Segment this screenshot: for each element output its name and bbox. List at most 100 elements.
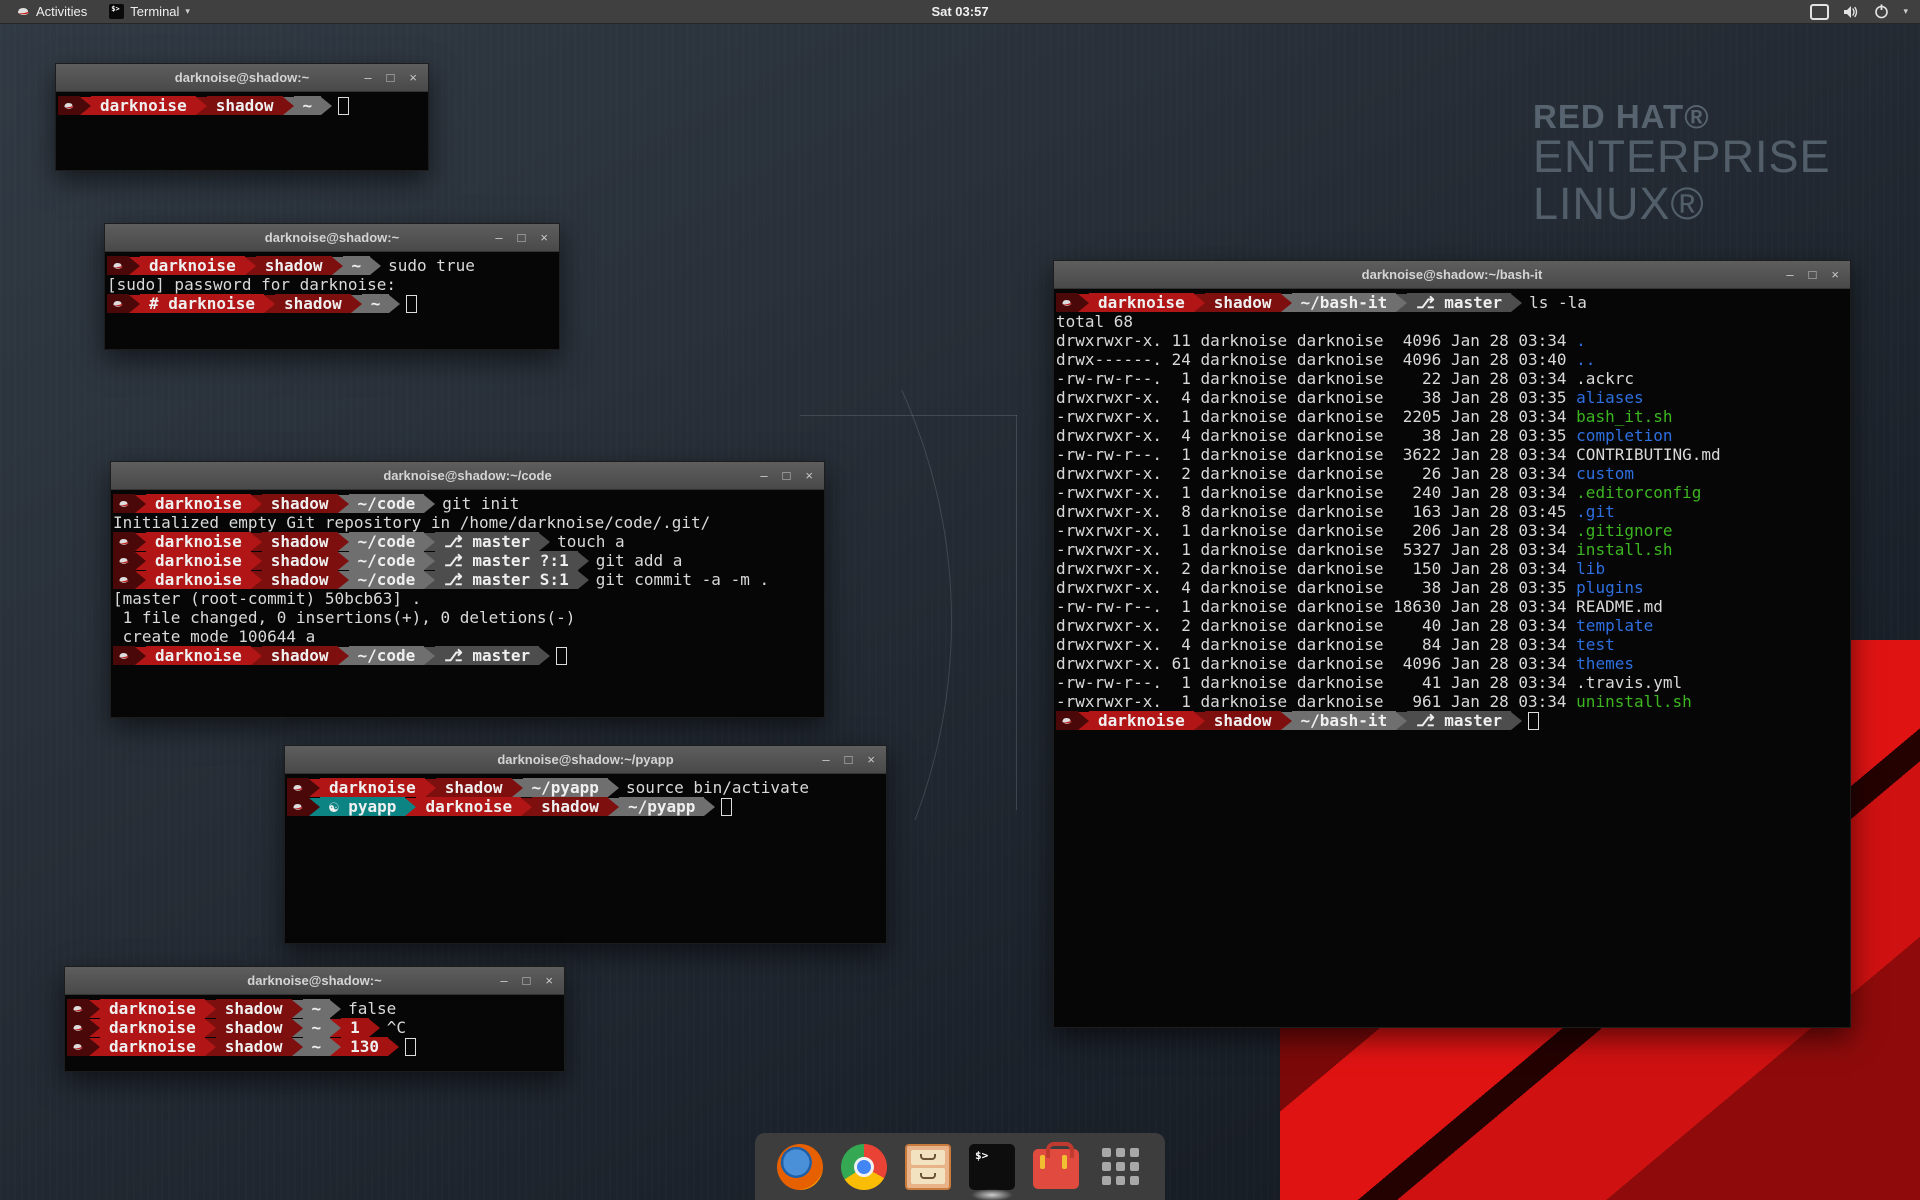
titlebar[interactable]: darknoise@shadow:~ – □ × [105, 224, 559, 252]
chevron-down-icon[interactable]: ▾ [1903, 6, 1908, 17]
output-text: template [1576, 616, 1653, 635]
minimize-button[interactable]: – [1786, 261, 1793, 288]
output-text: drwxrwxr-x. 2 darknoise darknoise 40 Jan… [1056, 616, 1576, 635]
output-text: .gitignore [1576, 521, 1672, 540]
terminal-dock-icon[interactable]: $> [969, 1144, 1015, 1190]
minimize-button[interactable]: – [364, 64, 371, 91]
maximize-button[interactable]: □ [523, 967, 531, 994]
prompt-segment: shadow [436, 778, 512, 797]
titlebar[interactable]: darknoise@shadow:~/code – □ × [111, 462, 824, 490]
prompt-segment: ⎇ master [1407, 711, 1511, 730]
powerline-arrow [251, 495, 262, 513]
close-button[interactable]: × [540, 224, 548, 251]
output-text: drwxrwxr-x. 2 darknoise darknoise 26 Jan… [1056, 464, 1576, 483]
toolbox-icon[interactable] [1033, 1149, 1079, 1189]
maximize-button[interactable]: □ [518, 224, 526, 251]
powerline-arrow [283, 97, 294, 115]
terminal-content[interactable]: darknoiseshadow~sudo true[sudo] password… [105, 252, 559, 349]
command-text: false [348, 999, 396, 1018]
close-button[interactable]: × [1831, 261, 1839, 288]
output-text: total 68 [1056, 312, 1133, 331]
clock[interactable]: Sat 03:57 [0, 4, 1920, 19]
output-text: install.sh [1576, 540, 1672, 559]
titlebar[interactable]: darknoise@shadow:~ – □ × [56, 64, 428, 92]
prompt-segment: ~/pyapp [619, 797, 704, 816]
terminal-line: drwx------. 24 darknoise darknoise 4096 … [1056, 350, 1848, 369]
terminal-line: darknoiseshadow~/bash-it⎇ master [1056, 711, 1848, 730]
terminal-content[interactable]: darknoiseshadow~ [56, 92, 428, 170]
terminal-window-bash-it[interactable]: darknoise@shadow:~/bash-it – □ × darknoi… [1053, 260, 1851, 1028]
terminal-content[interactable]: darknoiseshadow~/pyappsource bin/activat… [285, 774, 886, 943]
terminal-content[interactable]: darknoiseshadow~/bash-it⎇ masterls -lato… [1054, 289, 1850, 1027]
close-button[interactable]: × [867, 746, 875, 773]
output-text: drwxrwxr-x. 4 darknoise darknoise 38 Jan… [1056, 426, 1576, 445]
terminal-window-pyapp[interactable]: darknoise@shadow:~/pyapp – □ × darknoise… [284, 745, 887, 944]
terminal-line: drwxrwxr-x. 8 darknoise darknoise 163 Ja… [1056, 502, 1848, 521]
prompt-segment: shadow [275, 294, 351, 313]
minimize-button[interactable]: – [495, 224, 502, 251]
powerline-arrow [1511, 294, 1522, 312]
powerline-arrow [251, 533, 262, 551]
terminal-line: darknoiseshadow~/pyappsource bin/activat… [287, 778, 884, 797]
powerline-arrow [196, 97, 207, 115]
powerline-arrow [332, 257, 343, 275]
terminal-line: darknoiseshadow~1^C [67, 1018, 562, 1037]
terminal-line: drwxrwxr-x. 2 darknoise darknoise 40 Jan… [1056, 616, 1848, 635]
chrome-icon[interactable] [841, 1144, 887, 1190]
powerline-arrow [292, 1019, 303, 1037]
prompt-segment: shadow [262, 570, 338, 589]
titlebar[interactable]: darknoise@shadow:~ – □ × [65, 967, 564, 995]
powerline-arrow [424, 552, 435, 570]
output-text: . [1576, 331, 1586, 350]
powerline-arrow [135, 533, 146, 551]
volume-icon[interactable] [1843, 5, 1860, 19]
terminal-content[interactable]: darknoiseshadow~/codegit initInitialized… [111, 490, 824, 717]
powerline-arrow [1281, 294, 1292, 312]
powerline-arrow [251, 552, 262, 570]
output-text: drwxrwxr-x. 4 darknoise darknoise 38 Jan… [1056, 578, 1576, 597]
terminal-window-code[interactable]: darknoise@shadow:~/code – □ × darknoises… [110, 461, 825, 718]
output-text: -rw-rw-r--. 1 darknoise darknoise 41 Jan… [1056, 673, 1576, 692]
titlebar[interactable]: darknoise@shadow:~/pyapp – □ × [285, 746, 886, 774]
powerline-arrow [1511, 712, 1522, 730]
terminal-window-home-1[interactable]: darknoise@shadow:~ – □ × darknoiseshadow… [55, 63, 429, 171]
terminal-window-home-2[interactable]: darknoise@shadow:~ – □ × darknoiseshadow… [64, 966, 565, 1072]
maximize-button[interactable]: □ [783, 462, 791, 489]
terminal-line: darknoiseshadow~/codegit init [113, 494, 822, 513]
output-text: .editorconfig [1576, 483, 1701, 502]
prompt-segment: ~ [343, 256, 371, 275]
firefox-icon[interactable] [777, 1144, 823, 1190]
maximize-button[interactable]: □ [845, 746, 853, 773]
terminal-line: darknoiseshadow~/code⎇ master ?:1git add… [113, 551, 822, 570]
output-text: .travis.yml [1576, 673, 1682, 692]
prompt-segment: ~/code [349, 570, 425, 589]
terminal-cursor [556, 647, 567, 665]
powerline-arrow [338, 571, 349, 589]
output-text: drwx------. 24 darknoise darknoise 4096 … [1056, 350, 1576, 369]
maximize-button[interactable]: □ [387, 64, 395, 91]
terminal-content[interactable]: darknoiseshadow~falsedarknoiseshadow~1^C… [65, 995, 564, 1071]
terminal-line: darknoiseshadow~sudo true [107, 256, 557, 275]
prompt-segment: shadow [262, 646, 338, 665]
prompt-segment: shadow [216, 1037, 292, 1056]
minimize-button[interactable]: – [500, 967, 507, 994]
minimize-button[interactable]: – [822, 746, 829, 773]
output-text: create mode 100644 a [113, 627, 315, 646]
screen-icon[interactable] [1810, 4, 1829, 20]
prompt-segment: ~/code [349, 551, 425, 570]
close-button[interactable]: × [545, 967, 553, 994]
titlebar[interactable]: darknoise@shadow:~/bash-it – □ × [1054, 261, 1850, 289]
redhat-prompt-icon [113, 570, 135, 589]
terminal-window-sudo[interactable]: darknoise@shadow:~ – □ × darknoiseshadow… [104, 223, 560, 350]
close-button[interactable]: × [409, 64, 417, 91]
app-grid-icon[interactable] [1097, 1144, 1143, 1190]
minimize-button[interactable]: – [760, 462, 767, 489]
prompt-segment: shadow [262, 494, 338, 513]
window-title: darknoise@shadow:~/bash-it [1054, 267, 1850, 282]
prompt-segment: ⎇ master S:1 [435, 570, 577, 589]
file-manager-icon[interactable] [905, 1144, 951, 1190]
close-button[interactable]: × [805, 462, 813, 489]
power-icon[interactable] [1874, 4, 1889, 19]
maximize-button[interactable]: □ [1809, 261, 1817, 288]
terminal-line: -rwxrwxr-x. 1 darknoise darknoise 2205 J… [1056, 407, 1848, 426]
